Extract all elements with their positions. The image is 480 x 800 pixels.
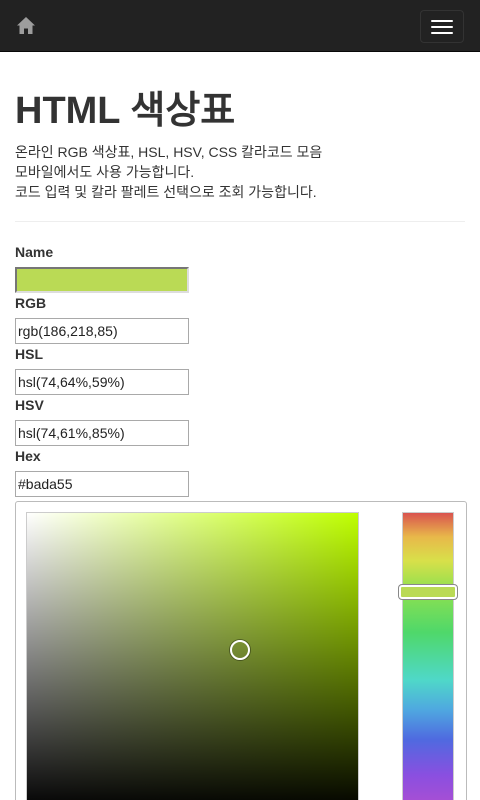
hsl-input[interactable] <box>15 369 189 395</box>
hue-slider-handle[interactable] <box>399 585 457 599</box>
hamburger-menu-icon <box>431 26 453 28</box>
description-line: 모바일에서도 사용 가능합니다. <box>15 164 195 180</box>
hex-label: Hex <box>15 448 41 464</box>
hex-input[interactable] <box>15 471 189 497</box>
rgb-label: RGB <box>15 295 47 311</box>
menu-toggle-button[interactable] <box>420 10 464 43</box>
value-gradient <box>27 513 358 800</box>
saturation-value-area[interactable] <box>26 512 359 800</box>
description-line: 코드 입력 및 칼라 팔레트 선택으로 조회 가능합니다. <box>15 184 317 200</box>
rgb-input[interactable] <box>15 318 189 344</box>
color-selector-handle[interactable] <box>230 640 250 660</box>
page-description: 온라인 RGB 색상표, HSL, HSV, CSS 칼라코드 모음 모바일에서… <box>15 142 465 202</box>
navbar <box>0 0 480 52</box>
hsv-label: HSV <box>15 397 44 413</box>
home-icon[interactable] <box>14 14 38 38</box>
hsl-label: HSL <box>15 346 43 362</box>
divider <box>15 221 465 222</box>
name-label: Name <box>15 244 54 260</box>
hue-slider[interactable] <box>402 512 454 800</box>
hamburger-menu-icon <box>431 32 453 34</box>
color-name-swatch[interactable] <box>15 267 189 293</box>
description-line: 온라인 RGB 색상표, HSL, HSV, CSS 칼라코드 모음 <box>15 144 323 160</box>
hsv-input[interactable] <box>15 420 189 446</box>
page-title: HTML 색상표 <box>15 90 236 132</box>
hamburger-menu-icon <box>431 20 453 22</box>
